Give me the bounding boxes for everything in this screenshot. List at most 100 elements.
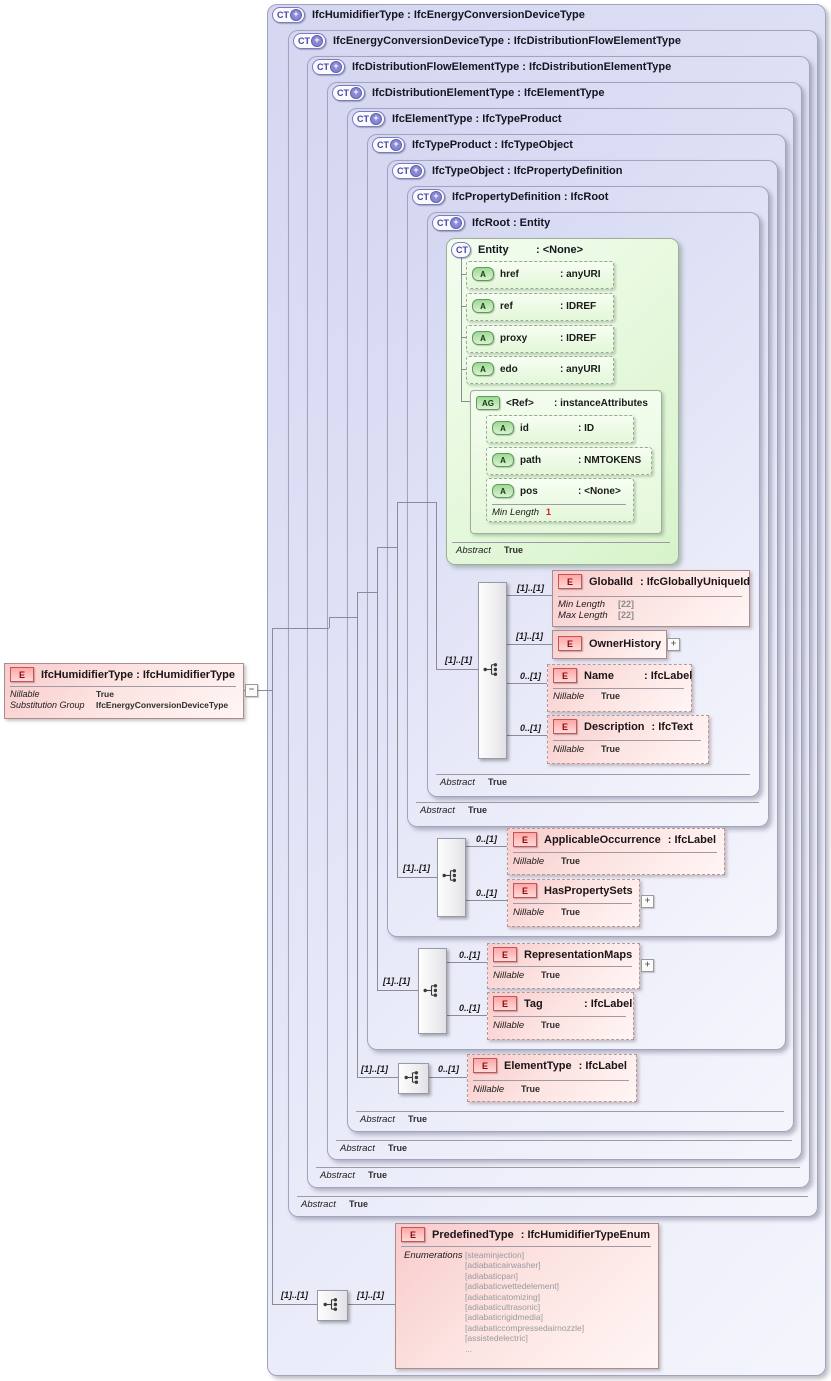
element-header: E OwnerHistory	[558, 635, 661, 652]
nillable-facet: Nillable True	[473, 1084, 541, 1095]
enum-value: [adiabaticpan]	[465, 1270, 518, 1281]
attribute-header: A path : NMTOKENS	[492, 452, 641, 468]
plus-icon: +	[311, 35, 323, 47]
connector-line	[505, 683, 547, 684]
connector-line	[464, 846, 507, 847]
enumerations-label: Enumerations	[404, 1250, 463, 1261]
footer-divider	[416, 802, 759, 803]
entity-header: CT Entity : <None>	[451, 242, 583, 258]
ct-title: IfcDistributionFlowElementType : IfcDist…	[352, 61, 672, 73]
attribute-group-header: AG <Ref> : instanceAttributes	[476, 395, 648, 411]
cardinality: [1]..[1]	[516, 631, 543, 641]
attribute-header: A pos : <None>	[492, 483, 621, 499]
facet-divider	[553, 688, 684, 689]
cardinality: 0..[1]	[459, 1003, 481, 1013]
entity-name: Entity	[478, 244, 509, 256]
nillable-facet: Nillable True	[553, 744, 621, 755]
complex-type-expand-icon[interactable]: CT +	[272, 7, 305, 23]
complex-type-icon[interactable]: CT	[451, 242, 471, 258]
plus-icon: +	[330, 61, 342, 73]
enum-value: [adiabaticrigidmedia]	[465, 1312, 543, 1323]
enum-value: ...	[465, 1343, 473, 1354]
footer-divider	[356, 1111, 784, 1112]
enum-value: [adiabaticairwasher]	[465, 1260, 541, 1271]
ct-header: CT + IfcTypeProduct : IfcTypeObject	[372, 137, 573, 153]
complex-type-expand-icon[interactable]: CT +	[352, 111, 385, 127]
cardinality: 0..[1]	[476, 888, 498, 898]
ct-title: IfcEnergyConversionDeviceType : IfcDistr…	[333, 35, 681, 47]
ct-header: CT + IfcTypeObject : IfcPropertyDefinitio…	[392, 163, 623, 179]
attribute-header: A edo : anyURI	[472, 361, 601, 377]
attribute-icon: A	[492, 453, 514, 467]
connector-line	[329, 617, 357, 618]
attribute-group-icon: AG	[476, 396, 500, 410]
ct-title: IfcDistributionElementType : IfcElementT…	[372, 87, 605, 99]
facet-divider	[493, 1016, 626, 1017]
attribute-header: A proxy : IDREF	[472, 330, 596, 346]
element-icon: E	[558, 574, 582, 589]
collapse-toggle[interactable]: −	[245, 684, 258, 697]
facet-divider	[558, 596, 742, 597]
complex-type-expand-icon[interactable]: CT +	[432, 215, 465, 231]
connector-line	[397, 502, 436, 503]
ct-title: IfcElementType : IfcTypeProduct	[392, 113, 562, 125]
attribute-header: A href : anyURI	[472, 266, 601, 282]
cardinality: [1]..[1]	[361, 1064, 388, 1074]
plus-icon: +	[390, 139, 402, 151]
footer-divider	[316, 1167, 800, 1168]
complex-type-expand-icon[interactable]: CT +	[332, 85, 365, 101]
element-icon: E	[553, 668, 577, 683]
element-icon: E	[553, 719, 577, 734]
enum-value: [adiabaticultrasonic]	[465, 1302, 541, 1313]
nillable-facet: Nillable True	[10, 689, 114, 699]
cardinality: [1]..[1]	[517, 583, 544, 593]
enum-value: [assistedelectric]	[465, 1333, 528, 1344]
footer-divider	[452, 542, 670, 543]
connector-line	[505, 735, 547, 736]
expand-toggle[interactable]: +	[641, 959, 654, 972]
nillable-facet: Nillable True	[553, 691, 621, 702]
element-icon: E	[10, 667, 34, 682]
ct-header: CT + IfcDistributionFlowElementType : Ifc…	[312, 59, 671, 75]
connector-line	[427, 1077, 467, 1078]
connector-line	[464, 900, 507, 901]
cardinality: [1]..[1]	[281, 1290, 308, 1300]
abstract-facet: Abstract True	[456, 545, 524, 556]
complex-type-expand-icon[interactable]: CT +	[293, 33, 326, 49]
ct-title: IfcPropertyDefinition : IfcRoot	[452, 191, 609, 203]
sequence-glyph-icon	[483, 663, 498, 676]
connector-line	[272, 628, 329, 629]
complex-type-expand-icon[interactable]: CT +	[372, 137, 405, 153]
expand-toggle[interactable]: +	[641, 895, 654, 908]
ct-header: CT + IfcRoot : Entity	[432, 215, 550, 231]
complex-type-expand-icon[interactable]: CT +	[392, 163, 425, 179]
attribute-header: A id : ID	[492, 420, 594, 436]
attribute-spine	[461, 256, 462, 401]
sequence-glyph-icon	[423, 984, 438, 997]
element-icon: E	[401, 1227, 425, 1242]
cardinality: 0..[1]	[459, 950, 481, 960]
element-header: E HasPropertySets	[513, 882, 633, 899]
plus-icon: +	[430, 191, 442, 203]
attribute-icon: A	[492, 484, 514, 498]
ct-header: CT + IfcPropertyDefinition : IfcRoot	[412, 189, 608, 205]
connector-line	[436, 502, 437, 669]
connector-line	[272, 1304, 317, 1305]
element-header: E ApplicableOccurrence : IfcLabel	[513, 831, 716, 848]
complex-type-expand-icon[interactable]: CT +	[312, 59, 345, 75]
complex-type-expand-icon[interactable]: CT +	[412, 189, 445, 205]
connector-line	[357, 1077, 398, 1078]
cardinality: [1]..[1]	[383, 976, 410, 986]
facet-divider	[10, 686, 236, 687]
facet-divider	[553, 740, 701, 741]
footer-divider	[336, 1140, 792, 1141]
connector-line	[357, 592, 377, 593]
cardinality: [1]..[1]	[357, 1290, 384, 1300]
enum-value: [steaminjection]	[465, 1250, 525, 1260]
root-element-header: E IfcHumidifierType : IfcHumidifierType	[10, 666, 235, 683]
enum-value: [adiabaticatomizing]	[465, 1291, 541, 1302]
connector-line	[505, 644, 552, 645]
ct-header: CT + IfcElementType : IfcTypeProduct	[352, 111, 562, 127]
sequence-glyph-icon	[442, 869, 457, 882]
expand-toggle[interactable]: +	[667, 638, 680, 651]
